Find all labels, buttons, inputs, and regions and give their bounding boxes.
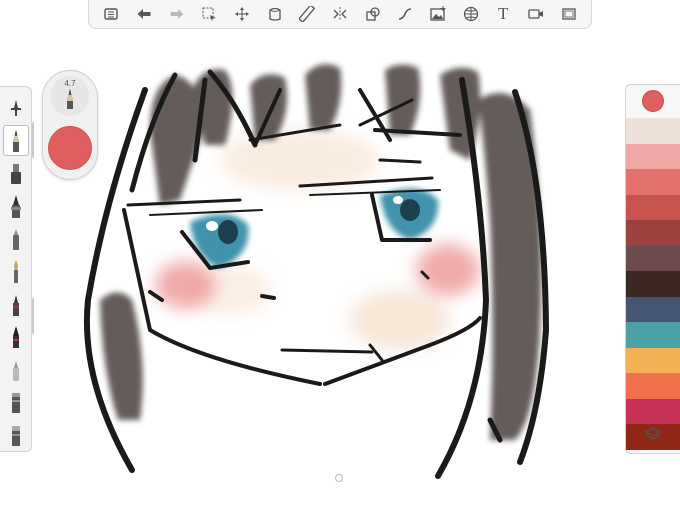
blender-icon[interactable] — [3, 419, 29, 450]
current-color-button[interactable] — [642, 90, 664, 112]
color-swatch[interactable] — [626, 169, 680, 195]
color-swatches — [626, 118, 680, 450]
chalk-icon[interactable] — [3, 354, 29, 385]
brush-library-bar — [0, 86, 32, 452]
color-swatch[interactable] — [626, 194, 680, 220]
brush-bar-grip-top[interactable] — [32, 122, 34, 158]
color-swatch[interactable] — [626, 271, 680, 297]
brush-bar-grip-bottom[interactable] — [32, 298, 34, 334]
symmetry-icon[interactable] — [329, 3, 351, 25]
color-swatch[interactable] — [626, 398, 680, 424]
color-swatch[interactable] — [626, 220, 680, 246]
top-toolbar: T — [88, 0, 592, 29]
pencil-icon[interactable] — [2, 124, 29, 156]
color-swatch[interactable] — [626, 143, 680, 169]
fill-icon[interactable] — [264, 3, 286, 25]
eraser-icon[interactable] — [3, 387, 29, 418]
text-icon[interactable]: T — [492, 3, 514, 25]
color-swatch[interactable] — [626, 245, 680, 271]
shapes-icon[interactable] — [362, 3, 384, 25]
fineliner-icon[interactable] — [3, 321, 29, 352]
fullscreen-icon[interactable] — [558, 3, 580, 25]
ruler-icon[interactable] — [296, 3, 318, 25]
page-indicator-dot — [335, 474, 343, 482]
undo-icon[interactable] — [133, 3, 155, 25]
gallery-icon[interactable] — [100, 3, 122, 25]
color-palette-panel — [625, 84, 680, 454]
artwork-face-sketch[interactable] — [0, 0, 680, 510]
paintbrush-icon[interactable] — [3, 256, 29, 287]
color-swatch[interactable] — [626, 296, 680, 322]
current-brush-icon — [63, 85, 77, 116]
layers-icon[interactable] — [644, 425, 662, 443]
drawing-canvas[interactable] — [0, 0, 680, 510]
color-swatch[interactable] — [626, 118, 680, 144]
puck-color-button[interactable] — [48, 126, 92, 170]
transform-icon[interactable] — [231, 3, 253, 25]
curve-icon[interactable] — [394, 3, 416, 25]
brush-puck[interactable]: 4.7 — [42, 70, 98, 180]
color-swatch[interactable] — [626, 373, 680, 399]
airbrush-icon[interactable] — [3, 288, 29, 319]
marker-icon[interactable] — [3, 158, 29, 189]
ink-pen-icon[interactable] — [3, 190, 29, 221]
wide-marker-icon[interactable] — [3, 223, 29, 254]
flat-brush-icon[interactable] — [3, 92, 29, 123]
import-image-icon[interactable] — [427, 3, 449, 25]
video-icon[interactable] — [525, 3, 547, 25]
redo-icon[interactable] — [166, 3, 188, 25]
perspective-icon[interactable] — [460, 3, 482, 25]
color-swatch[interactable] — [626, 347, 680, 373]
color-swatch[interactable] — [626, 322, 680, 348]
selection-icon[interactable] — [198, 3, 220, 25]
